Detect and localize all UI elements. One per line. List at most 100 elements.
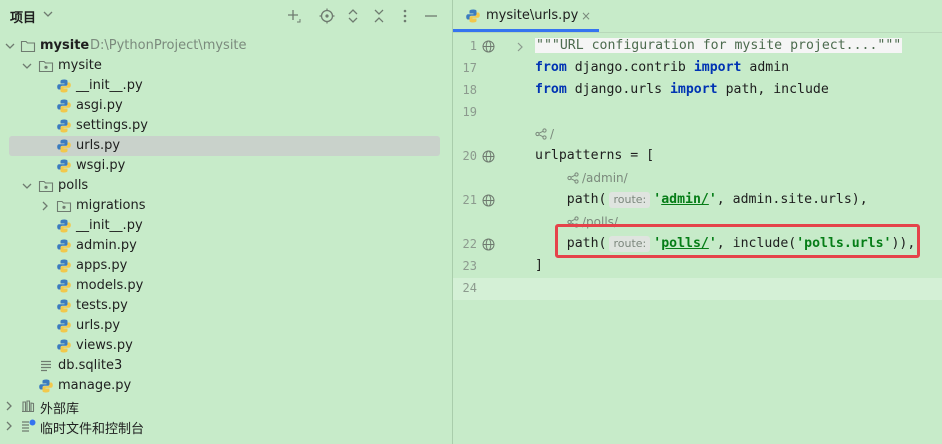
tree-item-file[interactable]: tests.py [0, 296, 452, 316]
expand-all-icon[interactable] [345, 8, 361, 24]
package-folder-icon [38, 58, 54, 74]
parameter-hint: route: [609, 192, 651, 208]
python-file-icon [56, 258, 72, 274]
project-panel: 项目 mysite D:\PythonProject\mysite mysite… [0, 0, 452, 444]
tree-item-file-selected[interactable]: urls.py [0, 136, 452, 156]
editor-tab-bar: mysite\urls.py × [453, 0, 942, 33]
project-panel-title[interactable]: 项目 [10, 7, 36, 26]
tree-item-file[interactable]: apps.py [0, 256, 452, 276]
project-panel-header: 项目 [0, 0, 452, 32]
code-text: path( [535, 192, 607, 207]
tree-item-file[interactable]: __init__.py [0, 76, 452, 96]
chevron-right-icon[interactable] [4, 420, 14, 432]
tree-item-root-mysite[interactable]: mysite D:\PythonProject\mysite [0, 36, 452, 56]
code-text: path, include [717, 82, 829, 97]
string-literal[interactable]: admin/ [661, 192, 709, 207]
python-file-icon [56, 338, 72, 354]
globe-icon[interactable] [482, 238, 495, 251]
code-line-17: from django.contrib import admin [535, 60, 789, 75]
tree-item-label: views.py [76, 338, 133, 353]
code-line-23: ] [535, 258, 543, 273]
tree-item-package-polls[interactable]: polls [0, 176, 452, 196]
tree-item-external-libraries[interactable]: 外部库 [0, 396, 452, 417]
lens-label: / [550, 127, 555, 141]
python-file-icon [56, 218, 72, 234]
tree-item-file[interactable]: db.sqlite3 [0, 356, 452, 376]
chevron-right-icon[interactable] [4, 400, 14, 412]
tree-item-file[interactable]: urls.py [0, 316, 452, 336]
fold-chevron-icon[interactable] [515, 41, 525, 52]
chevron-down-icon[interactable] [42, 8, 54, 20]
python-file-icon [56, 298, 72, 314]
line-number: 17 [462, 61, 477, 75]
tree-item-package-migrations[interactable]: migrations [0, 196, 452, 216]
lens-label: /admin/ [582, 171, 628, 185]
python-file-icon [56, 138, 72, 154]
chevron-down-icon[interactable] [22, 60, 32, 72]
tree-item-label: apps.py [76, 258, 128, 273]
chevron-down-icon[interactable] [22, 180, 32, 192]
globe-icon[interactable] [482, 40, 495, 53]
tree-item-label: models.py [76, 278, 144, 293]
tree-item-label: migrations [76, 198, 146, 213]
tree-item-label: admin.py [76, 238, 137, 253]
line-number: 19 [462, 105, 477, 119]
add-icon[interactable] [286, 8, 302, 24]
line-number: 22 [462, 237, 477, 251]
tree-item-package-mysite[interactable]: mysite [0, 56, 452, 76]
chevron-down-icon[interactable] [5, 40, 15, 52]
tree-item-label: 临时文件和控制台 [40, 422, 145, 437]
python-file-icon [465, 8, 481, 24]
tree-item-label: wsgi.py [76, 158, 126, 173]
docstring[interactable]: """URL configuration for mysite project.… [535, 38, 903, 53]
chevron-right-icon[interactable] [40, 200, 50, 212]
tree-item-file[interactable]: admin.py [0, 236, 452, 256]
globe-icon[interactable] [482, 194, 495, 207]
python-file-icon [56, 278, 72, 294]
more-options-icon[interactable] [397, 8, 413, 24]
tab-urls-py[interactable]: mysite\urls.py × [453, 0, 599, 32]
tree-item-file[interactable]: views.py [0, 336, 452, 356]
tree-item-label: urls.py [76, 318, 121, 333]
code-line-21: path(route:'admin/', admin.site.urls), [535, 192, 868, 208]
minimize-icon[interactable] [423, 8, 439, 24]
library-icon [20, 398, 36, 414]
tree-item-label: asgi.py [76, 98, 123, 113]
python-file-icon [56, 318, 72, 334]
highlight-annotation-box [555, 224, 920, 258]
share-icon [535, 128, 547, 140]
endpoint-lens[interactable]: / [535, 127, 554, 141]
line-number: 23 [462, 259, 477, 273]
close-icon[interactable]: × [581, 9, 591, 23]
line-number: 21 [462, 193, 477, 207]
share-icon [567, 172, 579, 184]
tree-item-file[interactable]: wsgi.py [0, 156, 452, 176]
globe-icon[interactable] [482, 150, 495, 163]
code-text: , admin.site.urls), [716, 192, 868, 207]
endpoint-lens[interactable]: /admin/ [567, 171, 628, 185]
collapse-all-icon[interactable] [371, 8, 387, 24]
keyword: import [693, 60, 742, 75]
line-number: 24 [462, 281, 477, 295]
tree-item-file[interactable]: __init__.py [0, 216, 452, 236]
python-file-icon [56, 98, 72, 114]
tree-item-file[interactable]: asgi.py [0, 96, 452, 116]
code-line-1: """URL configuration for mysite project.… [535, 38, 903, 53]
tree-item-file[interactable]: settings.py [0, 116, 452, 136]
selection-highlight [9, 136, 440, 156]
string-quote: ' [708, 192, 717, 207]
scratches-icon [20, 418, 36, 434]
code-text: django.urls [566, 82, 670, 97]
keyword: from [535, 82, 567, 97]
package-folder-icon [56, 198, 72, 214]
tree-item-scratches[interactable]: 临时文件和控制台 [0, 416, 452, 437]
tree-item-file[interactable]: models.py [0, 276, 452, 296]
tree-item-label: urls.py [76, 138, 121, 153]
tree-item-label: mysite [58, 58, 102, 73]
locate-icon[interactable] [319, 8, 335, 24]
package-folder-icon [38, 178, 54, 194]
line-number: 20 [462, 149, 477, 163]
tree-item-label: __init__.py [76, 78, 143, 93]
tree-item-file[interactable]: manage.py [0, 376, 452, 396]
python-file-icon [56, 158, 72, 174]
